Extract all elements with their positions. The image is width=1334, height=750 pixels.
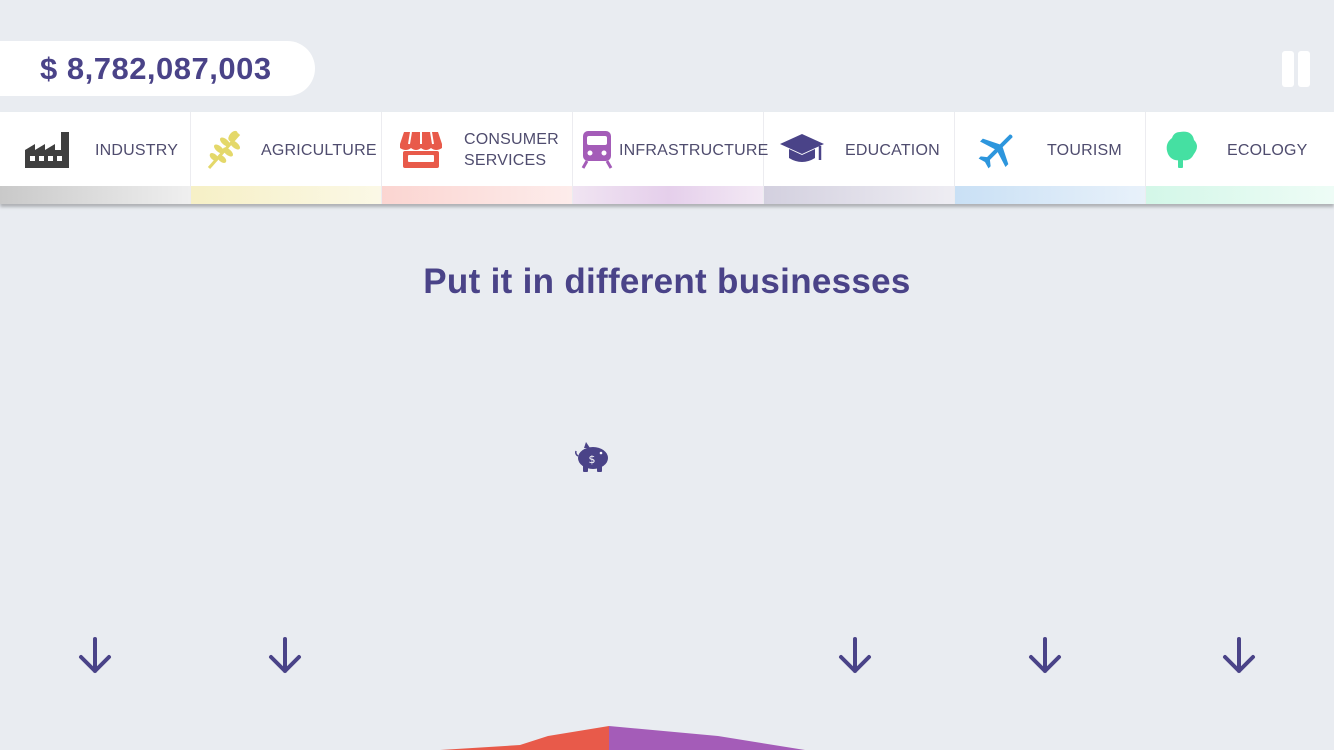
svg-text:$: $ (589, 453, 596, 466)
pause-button[interactable] (1280, 51, 1310, 87)
drop-arrow-ecology-icon[interactable] (1221, 636, 1257, 676)
tab-consumer-services-label: CONSUMER SERVICES (464, 112, 559, 188)
education-color-strip (764, 186, 954, 204)
drop-arrow-industry-icon[interactable] (77, 636, 113, 676)
tab-consumer-services[interactable]: CONSUMER SERVICES (382, 112, 573, 204)
tab-agriculture-label: AGRICULTURE (261, 141, 377, 159)
consumer-color-strip (382, 186, 572, 204)
industry-color-strip (0, 186, 190, 204)
balance-display: $ 8,782,087,003 (0, 41, 315, 96)
tab-consumer-label-line2: SERVICES (464, 152, 547, 169)
store-icon (400, 131, 442, 168)
tab-industry-label: INDUSTRY (95, 141, 179, 159)
tab-consumer-label-line1: CONSUMER (464, 131, 559, 148)
piggy-bank-icon[interactable]: $ (574, 440, 612, 474)
tab-tourism[interactable]: TOURISM (955, 112, 1146, 204)
airplane-icon (978, 134, 1013, 169)
wheat-icon (207, 130, 241, 169)
tab-ecology-label: ECOLOGY (1227, 141, 1308, 159)
tree-icon (1166, 131, 1197, 168)
tab-tourism-label: TOURISM (1047, 141, 1122, 159)
tab-education[interactable]: EDUCATION (764, 112, 955, 204)
drop-arrow-education-icon[interactable] (837, 636, 873, 676)
instruction-heading: Put it in different businesses (423, 262, 911, 301)
drop-arrow-agriculture-icon[interactable] (267, 636, 303, 676)
tab-infrastructure-label: INFRASTRUCTURE (619, 141, 769, 159)
terrain-hills (440, 726, 805, 750)
tab-agriculture[interactable]: AGRICULTURE (191, 112, 382, 204)
tab-ecology[interactable]: ECOLOGY (1146, 112, 1334, 204)
graduation-cap-icon (780, 134, 824, 162)
tab-industry[interactable]: INDUSTRY (0, 112, 191, 204)
factory-icon (25, 132, 69, 168)
tab-education-label: EDUCATION (845, 141, 940, 159)
category-bar: INDUSTRY AGRICULTURE CONSUMER SERVICES I… (0, 112, 1334, 204)
tab-infrastructure[interactable]: INFRASTRUCTURE (573, 112, 768, 204)
ecology-color-strip (1146, 186, 1334, 204)
tourism-color-strip (955, 186, 1145, 204)
agriculture-color-strip (191, 186, 381, 204)
infrastructure-color-strip (573, 186, 763, 204)
balance-value: $ 8,782,087,003 (40, 50, 272, 86)
drop-arrow-tourism-icon[interactable] (1027, 636, 1063, 676)
